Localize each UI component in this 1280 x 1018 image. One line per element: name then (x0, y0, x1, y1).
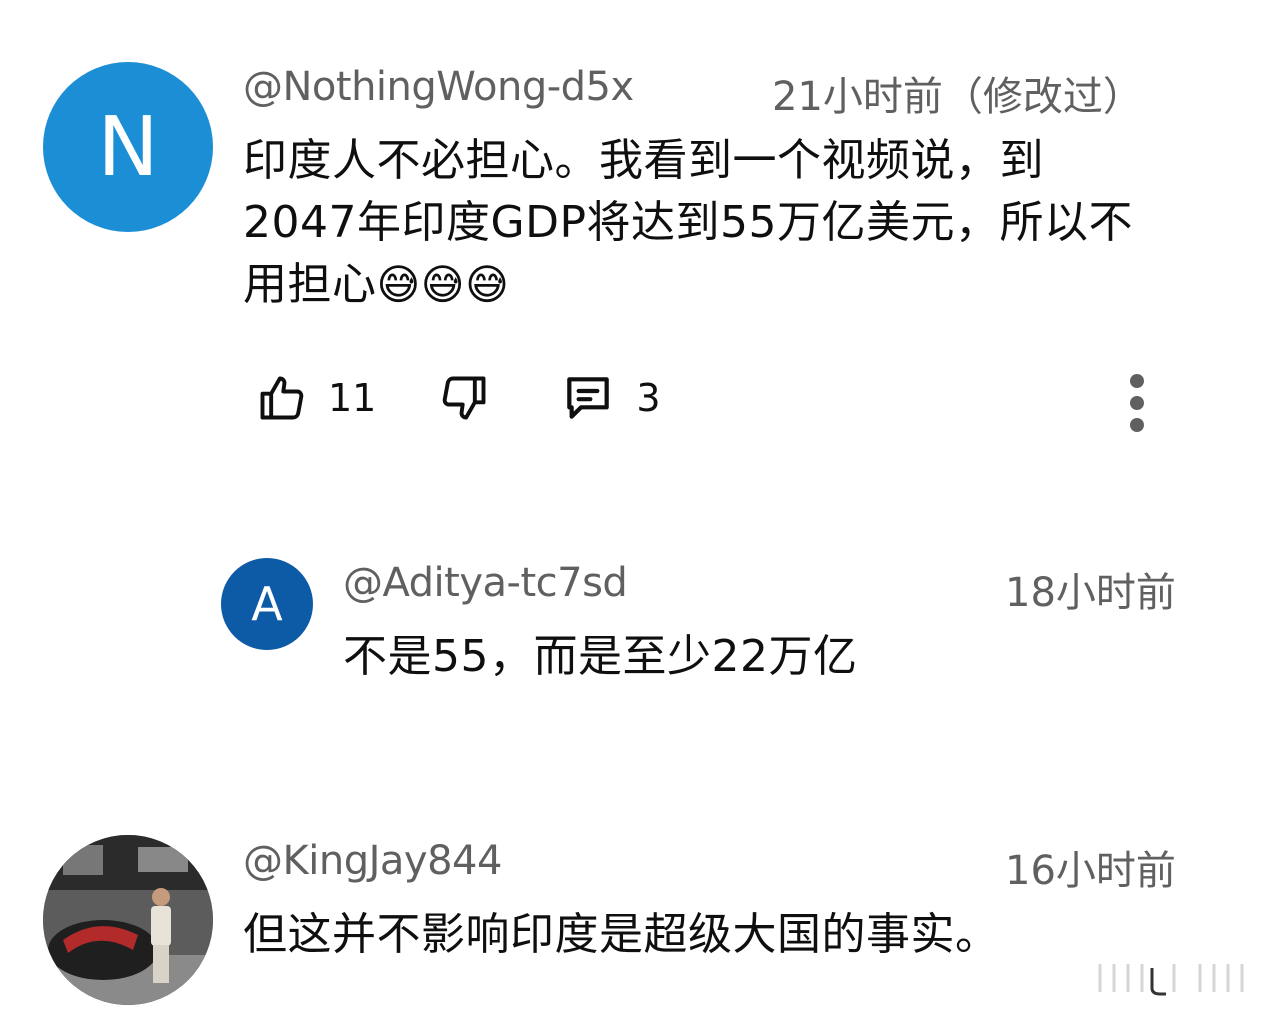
like-count: 11 (328, 376, 377, 420)
comment-text-line: 2047年印度GDP将达到55万亿美元，所以不 (243, 197, 1133, 248)
avatar-letter: N (97, 99, 159, 195)
comment-timestamp: 21小时前（修改过） (772, 74, 1143, 120)
comment-text-line: 印度人不必担心。我看到一个视频说，到 (243, 135, 1044, 186)
comment-timestamp: 18小时前 (1005, 570, 1176, 616)
comment-text: 但这并不影响印度是超级大国的事实。 (243, 909, 1000, 960)
reply-count: 3 (636, 376, 661, 420)
thumbs-up-icon (260, 376, 304, 420)
watermark (1090, 958, 1260, 1002)
sweat-smile-emoji: 😅😅😅 (376, 260, 510, 309)
more-options-button[interactable] (1130, 366, 1144, 440)
like-button[interactable]: 11 (256, 370, 376, 426)
comment-timestamp: 16小时前 (1005, 848, 1176, 894)
reply-button[interactable]: 3 (560, 370, 661, 426)
avatar[interactable]: N (43, 62, 213, 232)
comment-icon (567, 377, 610, 419)
comment-author[interactable]: @KingJay844 (243, 838, 502, 884)
comment-text-line: 用担心😅😅😅 (243, 254, 1233, 316)
avatar[interactable] (43, 835, 213, 1005)
comment-text: 不是55，而是至少22万亿 (343, 631, 858, 682)
dislike-button[interactable] (438, 370, 490, 426)
thumbs-down-icon (443, 376, 486, 420)
comment-author[interactable]: @NothingWong-d5x (243, 64, 634, 110)
more-vertical-icon (1130, 374, 1144, 432)
avatar[interactable]: A (221, 558, 313, 650)
comment-author[interactable]: @Aditya-tc7sd (343, 560, 628, 606)
comment-text: 印度人不必担心。我看到一个视频说，到 2047年印度GDP将达到55万亿美元，所… (243, 130, 1233, 316)
comment-text-segment: 用担心 (243, 259, 377, 310)
comment-actions: 11 3 (256, 370, 661, 426)
avatar-photo (43, 835, 213, 1005)
avatar-letter: A (251, 577, 283, 631)
